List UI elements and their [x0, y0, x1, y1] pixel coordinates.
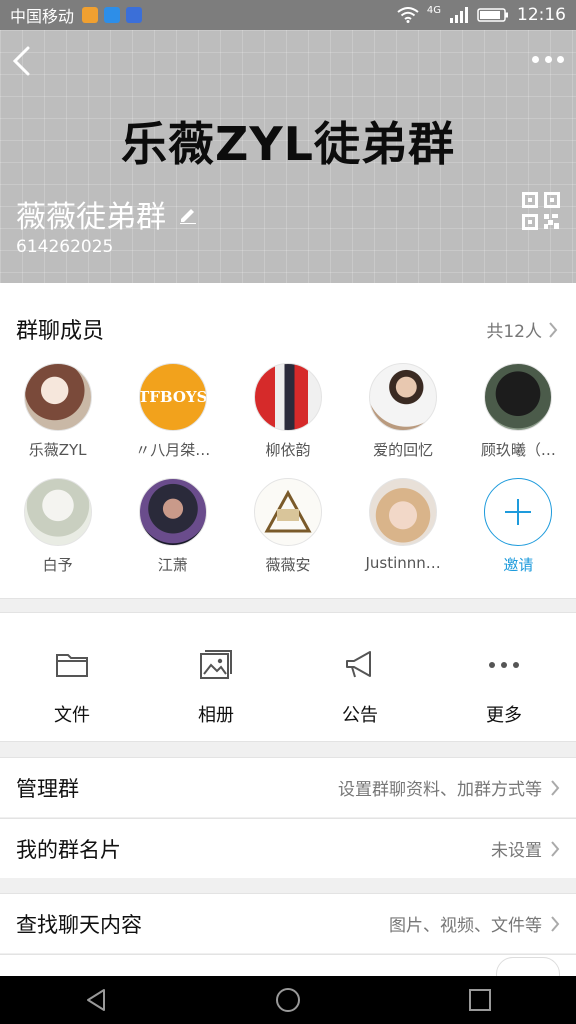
- partial-setting-row[interactable]: [0, 954, 576, 976]
- more-menu-button[interactable]: [532, 56, 564, 66]
- members-section: 群聊成员 共12人 乐薇ZYL TFBOYS 〃八月桀… 柳依韵 爱的回忆 顾玖…: [0, 283, 576, 599]
- album-icon: [200, 650, 232, 679]
- manage-group-label: 管理群: [16, 776, 79, 801]
- member-item[interactable]: 白予: [0, 478, 115, 575]
- clock: 12:16: [517, 5, 566, 25]
- notification-baidu-icon: [126, 7, 143, 23]
- member-item[interactable]: Justinnn…: [346, 478, 461, 575]
- my-group-card-label: 我的群名片: [16, 837, 121, 862]
- member-name: 薇薇安: [265, 556, 311, 574]
- notification-app-icon: [82, 7, 99, 23]
- member-item[interactable]: 柳依韵: [230, 363, 345, 460]
- member-item[interactable]: TFBOYS 〃八月桀…: [115, 363, 230, 460]
- shortcut-album-label: 相册: [198, 705, 234, 726]
- group-name-text: 薇薇徒弟群: [16, 200, 166, 235]
- member-avatar: [369, 478, 438, 546]
- battery-icon: [477, 8, 508, 22]
- my-group-card-row[interactable]: 我的群名片 未设置: [0, 818, 576, 878]
- member-name: 柳依韵: [265, 441, 311, 459]
- edit-pencil-icon[interactable]: [178, 204, 198, 224]
- shortcut-announcement-label: 公告: [342, 705, 378, 726]
- manage-group-row[interactable]: 管理群 设置群聊资料、加群方式等: [0, 757, 576, 817]
- shortcut-more-label: 更多: [486, 705, 522, 726]
- triangle-logo: [264, 489, 312, 533]
- folder-icon: [56, 654, 88, 677]
- shortcut-files[interactable]: 文件: [0, 613, 144, 741]
- member-name: 白予: [42, 556, 73, 574]
- members-title: 群聊成员: [16, 319, 105, 344]
- tfboys-logo: TFBOYS: [138, 388, 207, 406]
- chevron-right-icon: [551, 840, 560, 857]
- toggle-switch[interactable]: [496, 956, 560, 976]
- member-name: 〃八月桀…: [135, 441, 211, 459]
- group-name[interactable]: 薇薇徒弟群: [16, 192, 198, 236]
- nav-home-icon[interactable]: [274, 986, 302, 1014]
- more-dots-icon: [489, 662, 519, 668]
- member-name: 顾玖曦（…: [480, 441, 556, 459]
- member-item[interactable]: 薇薇安: [230, 478, 345, 575]
- my-group-card-value: 未设置: [491, 841, 542, 861]
- notification-chat-icon: [104, 7, 121, 23]
- back-icon[interactable]: [10, 44, 34, 78]
- member-name: 江萧: [157, 556, 188, 574]
- shortcut-more[interactable]: 更多: [432, 613, 576, 741]
- shortcut-bar: 文件 相册 公告 更多: [0, 612, 576, 742]
- search-chat-value: 图片、视频、文件等: [389, 916, 542, 936]
- shortcut-announcement[interactable]: 公告: [288, 613, 432, 741]
- members-count-link[interactable]: 共12人: [486, 317, 558, 342]
- invite-avatar: [484, 478, 553, 546]
- member-item[interactable]: 顾玖曦（…: [461, 363, 576, 460]
- member-item[interactable]: 乐薇ZYL: [0, 363, 115, 460]
- megaphone-icon: [346, 651, 371, 678]
- network-type: 4G: [426, 5, 441, 16]
- member-item[interactable]: 爱的回忆: [346, 363, 461, 460]
- search-chat-label: 查找聊天内容: [16, 912, 142, 937]
- member-name: Justinnn…: [365, 554, 441, 572]
- carrier-name: 中国移动: [10, 7, 75, 26]
- members-grid: 乐薇ZYL TFBOYS 〃八月桀… 柳依韵 爱的回忆 顾玖曦（… 白予 江萧: [0, 363, 576, 575]
- qr-code-icon[interactable]: [522, 192, 560, 230]
- nav-recents-icon[interactable]: [466, 986, 494, 1014]
- member-avatar: [23, 363, 92, 431]
- plus-icon: [505, 499, 532, 525]
- shortcut-album[interactable]: 相册: [144, 613, 288, 741]
- wifi-icon: [397, 7, 419, 23]
- search-chat-row[interactable]: 查找聊天内容 图片、视频、文件等: [0, 893, 576, 953]
- member-item[interactable]: 江萧: [115, 478, 230, 575]
- member-name: 爱的回忆: [373, 441, 434, 459]
- invite-member-button[interactable]: 邀请: [461, 478, 576, 575]
- members-count: 共12人: [486, 322, 542, 342]
- group-banner-title: 乐薇ZYL徒弟群: [121, 117, 455, 171]
- member-avatar: [369, 363, 438, 431]
- status-bar: 中国移动 4G 12:16: [0, 0, 576, 30]
- system-nav-bar: [0, 976, 576, 1024]
- nav-back-icon[interactable]: [82, 986, 110, 1014]
- group-header: 乐薇ZYL徒弟群 薇薇徒弟群 614262025: [0, 30, 576, 283]
- member-avatar: TFBOYS: [138, 363, 207, 431]
- chevron-right-icon: [551, 779, 560, 796]
- member-avatar: [138, 478, 207, 546]
- signal-icon: [450, 7, 468, 23]
- member-avatar: [253, 363, 322, 431]
- member-avatar: [484, 363, 553, 431]
- member-avatar: [23, 478, 92, 546]
- shortcut-files-label: 文件: [54, 705, 90, 726]
- chevron-right-icon: [549, 321, 558, 338]
- member-name: 乐薇ZYL: [28, 441, 87, 459]
- member-avatar: [253, 478, 322, 546]
- manage-group-value: 设置群聊资料、加群方式等: [338, 780, 542, 800]
- invite-label: 邀请: [503, 556, 534, 574]
- chevron-right-icon: [551, 915, 560, 932]
- group-id: 614262025: [16, 237, 114, 257]
